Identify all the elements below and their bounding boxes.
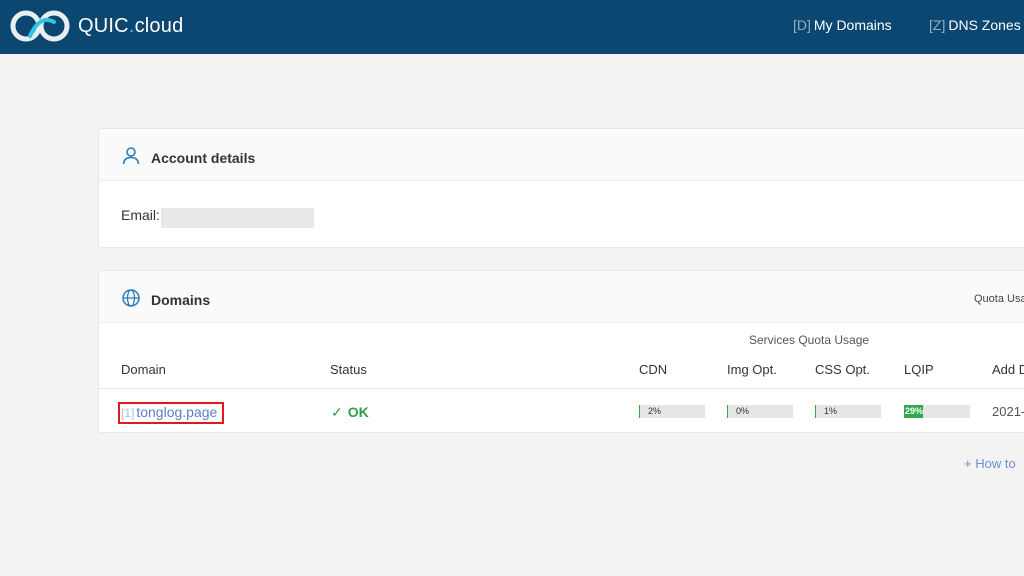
email-value-redacted (161, 208, 314, 228)
col-header-added-date: Add D (992, 362, 1024, 377)
col-header-cdn: CDN (639, 362, 668, 377)
check-icon: ✓ (331, 404, 343, 420)
nav-label: My Domains (813, 17, 892, 33)
account-card-title: Account details (151, 150, 256, 166)
img-opt-usage-text: 0% (736, 406, 750, 416)
brand-main: QUIC (78, 15, 129, 37)
nav-shortcut-key: [Z] (929, 17, 946, 33)
css-opt-usage-fill (815, 405, 816, 418)
services-quota-usage-label: Services Quota Usage (749, 333, 870, 347)
quota-usage-label: Quota Usa (974, 293, 1024, 305)
plus-icon: + (964, 456, 972, 471)
domains-card-title: Domains (151, 292, 211, 308)
account-details-card: Account details Email: (98, 128, 1024, 248)
header-divider (99, 388, 1024, 389)
cdn-usage-fill (639, 405, 641, 418)
cdn-usage-text: 2% (648, 406, 662, 416)
quic-cloud-logo-icon[interactable] (8, 8, 72, 44)
account-card-header: Account details (99, 129, 1024, 181)
nav-label: DNS Zones (948, 17, 1021, 33)
col-header-status: Status (330, 362, 367, 377)
nav-dns-zones[interactable]: [Z] DNS Zones (929, 17, 1021, 33)
cdn-usage-bar: 2% (639, 405, 705, 418)
added-date: 2021- (992, 404, 1024, 419)
email-label: Email: (121, 207, 160, 223)
globe-icon (122, 289, 140, 307)
col-header-domain: Domain (121, 362, 166, 377)
how-to-link[interactable]: + How to (964, 456, 1016, 471)
nav-shortcut-key: [D] (793, 17, 811, 33)
css-opt-usage-bar: 1% (815, 405, 881, 418)
user-icon (122, 147, 140, 165)
domains-card-header: Domains Quota Usa (99, 271, 1024, 323)
status-text: OK (347, 404, 369, 420)
img-opt-usage-fill (727, 405, 728, 418)
domains-card: Domains Quota Usa Services Quota Usage D… (98, 270, 1024, 433)
brand-name[interactable]: QUIC.cloud (78, 15, 183, 38)
col-header-css-opt: CSS Opt. (815, 362, 870, 377)
how-to-text: How to (975, 456, 1016, 471)
domain-link[interactable]: [1] tonglog.page (121, 404, 217, 420)
status-ok: ✓ OK (331, 404, 369, 421)
lqip-usage-text: 29% (905, 406, 924, 416)
lqip-usage-bar: 29% (904, 405, 970, 418)
domain-index: [1] (121, 406, 135, 420)
domain-name: tonglog.page (136, 404, 218, 420)
nav-my-domains[interactable]: [D] My Domains (793, 17, 892, 33)
col-header-lqip: LQIP (904, 362, 934, 377)
col-header-img-opt: Img Opt. (727, 362, 777, 377)
top-bar: QUIC.cloud [D] My Domains [Z] DNS Zones (0, 0, 1024, 54)
img-opt-usage-bar: 0% (727, 405, 793, 418)
brand-suffix: cloud (134, 15, 184, 37)
css-opt-usage-text: 1% (824, 406, 838, 416)
